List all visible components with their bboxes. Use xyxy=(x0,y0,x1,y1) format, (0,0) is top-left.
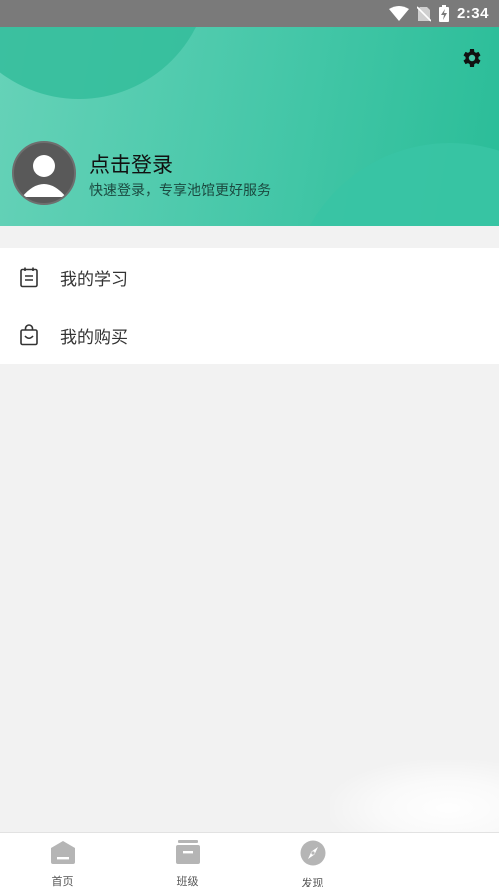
compass-icon xyxy=(300,840,326,870)
menu-item-label: 我的购买 xyxy=(60,327,128,348)
bottom-tab-bar: 首页 班级 发现 xyxy=(0,832,499,887)
menu-item-my-purchases[interactable]: 我的购买 xyxy=(0,306,499,364)
avatar[interactable] xyxy=(12,141,76,205)
tab-label: 首页 xyxy=(51,875,74,887)
default-avatar-icon xyxy=(14,155,74,203)
wifi-icon xyxy=(388,5,409,22)
settings-button[interactable] xyxy=(456,45,486,75)
menu-item-label: 我的学习 xyxy=(60,269,128,290)
status-bar: 2:34 xyxy=(0,0,499,27)
login-title[interactable]: 点击登录 xyxy=(89,149,173,179)
home-icon xyxy=(50,840,76,868)
tab-class[interactable]: 班级 xyxy=(125,833,250,887)
shopping-bag-icon xyxy=(18,324,40,346)
screen-glare xyxy=(330,760,499,840)
no-sim-icon xyxy=(416,5,431,22)
gear-icon xyxy=(459,46,483,74)
tab-label: 发现 xyxy=(301,877,324,887)
header-decoration xyxy=(290,143,499,226)
login-header[interactable]: 点击登录 快速登录，专享池馆更好服务 xyxy=(0,27,499,226)
tab-label: 班级 xyxy=(176,875,199,887)
battery-charging-icon xyxy=(438,5,449,22)
tab-discover[interactable]: 发现 xyxy=(250,833,375,887)
header-decoration xyxy=(0,27,210,99)
tab-home[interactable]: 首页 xyxy=(0,833,125,887)
menu-list: 我的学习 我的购买 xyxy=(0,248,499,364)
login-subtitle: 快速登录，专享池馆更好服务 xyxy=(89,183,271,199)
calendar-list-icon xyxy=(18,266,40,288)
status-time: 2:34 xyxy=(456,5,489,22)
class-box-icon xyxy=(175,840,201,868)
menu-item-my-study[interactable]: 我的学习 xyxy=(0,248,499,306)
